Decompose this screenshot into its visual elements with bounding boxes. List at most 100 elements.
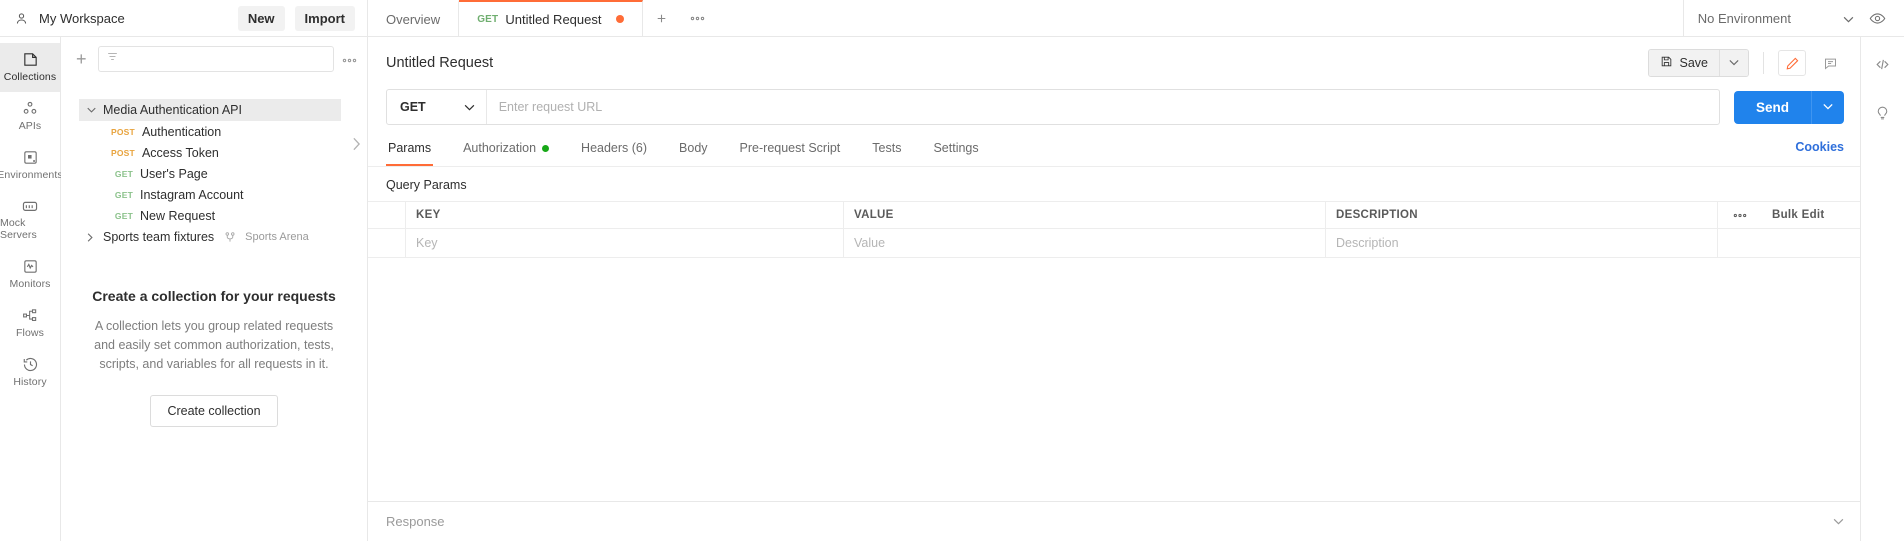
response-section: Response [368,501,1860,541]
comment-icon[interactable] [1816,50,1844,76]
top-bar: My Workspace New Import Overview GET Unt… [0,0,1904,37]
query-params-heading: Query Params [368,167,1860,201]
sidebar-filter-input[interactable] [98,46,334,72]
method-badge: GET [111,211,133,221]
tab-pre-request-script[interactable]: Pre-request Script [738,137,843,166]
sidebar-item-flows[interactable]: Flows [0,299,60,348]
sidebar-more-button[interactable] [342,52,357,66]
request-name: Access Token [142,146,219,160]
collections-empty-state: Create a collection for your requests A … [61,248,367,427]
tab-params[interactable]: Params [386,137,433,166]
collection-sports-team-fixtures[interactable]: Sports team fixtures Sports Arena [79,226,341,248]
tab-settings-label: Settings [933,141,978,155]
sidebar-item-environments[interactable]: Environments [0,141,60,190]
new-tab-button[interactable] [643,0,679,36]
lightbulb-icon[interactable] [1870,99,1896,125]
pencil-icon[interactable] [1778,50,1806,76]
method-selector[interactable]: GET [387,90,487,124]
save-button-label: Save [1680,56,1709,70]
request-item-access-token[interactable]: POST Access Token [79,142,341,163]
tab-tests[interactable]: Tests [870,137,903,166]
send-options-button[interactable] [1811,91,1844,124]
method-badge: GET [111,190,133,200]
main-spacer [368,258,1860,501]
tab-body[interactable]: Body [677,137,710,166]
request-item-new-request[interactable]: GET New Request [79,205,341,226]
request-item-users-page[interactable]: GET User's Page [79,163,341,184]
sidebar-item-mock-servers[interactable]: Mock Servers [0,190,60,250]
save-button[interactable]: Save [1649,50,1720,76]
sidebar-item-history[interactable]: History [0,348,60,397]
sidebar-expand-chevron-icon[interactable] [352,137,361,155]
method-badge: POST [111,127,135,137]
import-button[interactable]: Import [295,6,355,31]
save-options-button[interactable] [1719,50,1748,76]
chevron-down-icon[interactable] [87,107,97,113]
save-button-group: Save [1648,49,1750,77]
tab-authorization[interactable]: Authorization [461,137,551,166]
tab-headers[interactable]: Headers (6) [579,137,649,166]
collection-name: Media Authentication API [103,103,242,117]
auth-status-dot-icon [542,145,549,152]
url-input[interactable] [487,90,1719,124]
cookies-link[interactable]: Cookies [1795,140,1844,163]
add-collection-icon[interactable]: + [73,50,90,68]
tab-settings[interactable]: Settings [931,137,980,166]
toolbar-divider [1763,52,1764,74]
chevron-down-icon [1843,11,1854,26]
sidebar-item-mock-servers-label: Mock Servers [0,217,60,241]
method-badge: POST [111,148,135,158]
request-name: User's Page [140,167,208,181]
save-icon [1660,55,1673,71]
select-all-cell [368,202,406,228]
row-checkbox[interactable] [368,229,406,257]
row-description-input[interactable]: Description [1326,229,1718,257]
collection-tree: Media Authentication API POST Authentica… [61,81,367,248]
tab-overview[interactable]: Overview [368,0,459,36]
chevron-down-icon [464,100,475,114]
tab-body-label: Body [679,141,708,155]
sidebar-item-apis[interactable]: APIs [0,92,60,141]
sidebar-item-environments-label: Environments [0,169,63,181]
eye-icon[interactable] [1864,5,1890,31]
environment-selector[interactable]: No Environment [1698,11,1854,26]
tab-more-button[interactable] [679,0,715,36]
new-button[interactable]: New [238,6,285,31]
empty-state-title: Create a collection for your requests [87,288,341,304]
left-rail: Collections APIs Environments Mock Serve… [0,37,61,541]
workspace-zone: My Workspace New Import [0,0,368,36]
method-selector-label: GET [400,100,426,114]
request-name: New Request [140,209,215,223]
right-rail [1860,37,1904,541]
sidebar-item-flows-label: Flows [16,327,44,339]
response-collapse-chevron-icon[interactable] [1833,516,1844,528]
row-key-input[interactable]: Key [406,229,844,257]
tab-untitled-request[interactable]: GET Untitled Request [459,0,643,36]
request-item-instagram-account[interactable]: GET Instagram Account [79,184,341,205]
table-row[interactable]: Key Value Description [368,229,1860,258]
sidebar-item-monitors[interactable]: Monitors [0,250,60,299]
tab-bar: Overview GET Untitled Request [368,0,1683,36]
method-badge: GET [111,169,133,179]
chevron-right-icon[interactable] [87,233,97,242]
unsaved-dot-icon [616,15,624,23]
tab-method-badge: GET [477,14,498,25]
sidebar-item-collections[interactable]: Collections [0,43,60,92]
send-button[interactable]: Send [1734,91,1811,124]
request-item-authentication[interactable]: POST Authentication [79,121,341,142]
code-icon[interactable] [1870,51,1896,77]
table-header-row: KEY VALUE DESCRIPTION Bulk Edit [368,202,1860,229]
column-header-value: VALUE [844,202,1326,228]
bulk-edit-button[interactable]: Bulk Edit [1762,202,1860,228]
table-options-button[interactable] [1718,202,1762,228]
mock-servers-icon [21,198,39,214]
page-title: Untitled Request [386,55,493,71]
row-value-input[interactable]: Value [844,229,1326,257]
collections-icon [22,51,39,68]
collection-media-authentication-api[interactable]: Media Authentication API [79,99,341,121]
sidebar-item-collections-label: Collections [4,71,56,83]
history-icon [22,356,39,373]
sidebar-item-history-label: History [13,376,46,388]
create-collection-button[interactable]: Create collection [150,395,277,427]
user-icon [14,11,29,26]
